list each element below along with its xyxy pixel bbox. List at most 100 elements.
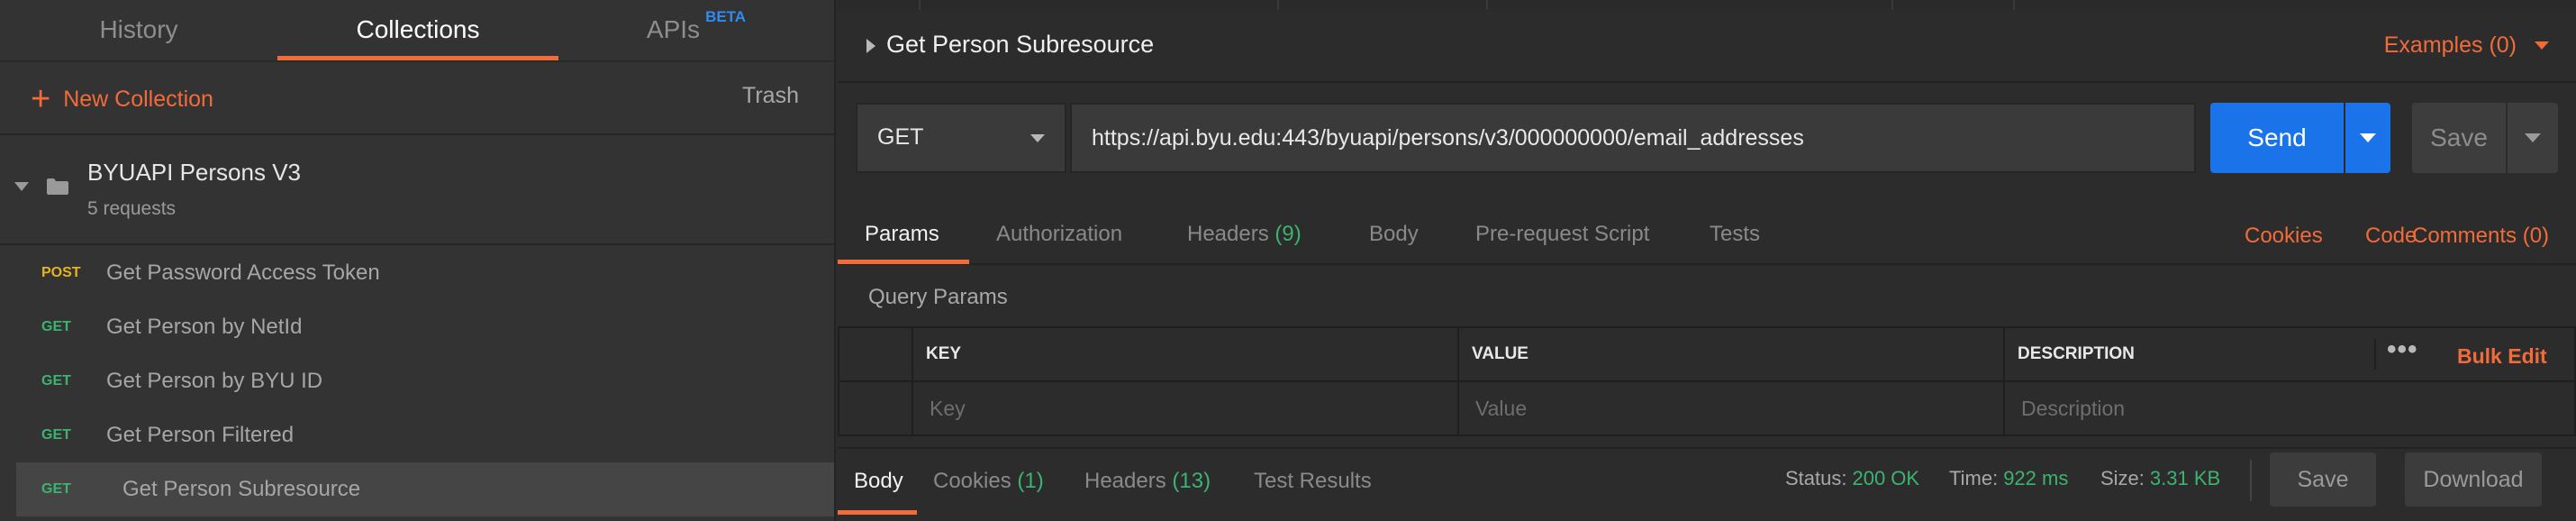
examples-dropdown[interactable]: Examples (0) (2384, 32, 2549, 59)
column-header-value: VALUE (1457, 326, 2005, 382)
tab-headers[interactable]: Headers (9) (1187, 222, 1302, 247)
beta-badge: BETA (705, 8, 747, 25)
collection-item[interactable]: BYUAPI Persons V3 5 requests (0, 135, 834, 243)
method-select[interactable]: GET (856, 103, 1066, 173)
column-header-description-label: DESCRIPTION (2018, 344, 2135, 363)
request-item[interactable]: GET Get Person by NetId (0, 300, 834, 354)
comments-link[interactable]: Comments (0) (2412, 224, 2549, 249)
request-item[interactable]: POST Get Password Access Token (0, 246, 834, 300)
request-item[interactable]: GET Get Person by BYU ID (0, 354, 834, 408)
cookies-link[interactable]: Cookies (2245, 224, 2323, 249)
open-tab[interactable] (2013, 0, 2069, 10)
tab-authorization[interactable]: Authorization (996, 222, 1122, 247)
request-item[interactable]: GET Get Person Filtered (0, 408, 834, 462)
send-button[interactable]: Send (2210, 103, 2344, 173)
more-options-icon[interactable]: ••• (2387, 336, 2418, 363)
open-tab[interactable] (1277, 0, 1423, 10)
save-response-button[interactable]: Save (2270, 452, 2376, 507)
request-title-bar: Get Person Subresource Examples (0) (838, 11, 2576, 83)
divider (2250, 460, 2252, 501)
method-value: GET (877, 124, 924, 150)
tab-history-label: History (99, 15, 178, 43)
description-input[interactable]: Description (2003, 380, 2576, 436)
chevron-down-icon (1030, 134, 1045, 142)
request-name: Get Password Access Token (106, 260, 380, 285)
value-input[interactable]: Value (1457, 380, 2005, 436)
plus-icon: + (31, 80, 51, 118)
tab-params[interactable]: Params (865, 222, 939, 247)
folder-icon (47, 178, 68, 195)
new-collection-button[interactable]: + New Collection (31, 81, 213, 117)
tab-response-cookies-label: Cookies (933, 469, 1011, 493)
trash-button[interactable]: Trash (742, 83, 799, 109)
key-input[interactable]: Key (912, 380, 1459, 436)
method-badge: GET (41, 373, 71, 388)
caret-right-icon[interactable] (866, 39, 875, 53)
request-tabs: Params Authorization Headers (9) Body Pr… (838, 206, 2576, 265)
save-button[interactable]: Save (2412, 103, 2506, 173)
tab-tests[interactable]: Tests (1710, 222, 1760, 247)
code-link[interactable]: Code (2365, 224, 2417, 249)
examples-label: Examples (0) (2383, 32, 2517, 58)
size-value: 3.31 KB (2149, 467, 2221, 489)
response-bar: Body Cookies (1) Headers (13) Test Resul… (838, 447, 2576, 521)
query-params-heading: Query Params (868, 285, 1008, 309)
chevron-down-icon (2535, 41, 2549, 50)
request-name: Get Person Subresource (122, 477, 361, 501)
request-title[interactable]: Get Person Subresource (886, 31, 1154, 59)
tab-apis[interactable]: APIs BETA (558, 0, 834, 59)
response-cookies-count: (1) (1017, 469, 1044, 493)
active-tab-indicator (838, 510, 917, 515)
request-name: Get Person Filtered (106, 423, 295, 447)
tab-response-body[interactable]: Body (854, 469, 903, 494)
tab-collections-label: Collections (356, 15, 480, 43)
url-input[interactable]: https://api.byu.edu:443/byuapi/persons/v… (1070, 103, 2196, 173)
tab-body[interactable]: Body (1369, 222, 1419, 247)
active-tab-indicator (838, 260, 969, 264)
divider (0, 60, 834, 62)
divider (2374, 339, 2376, 370)
send-options-chevron-icon[interactable] (2345, 103, 2390, 173)
method-badge: GET (41, 427, 71, 443)
size-label: Size: (2100, 467, 2145, 489)
method-badge: POST (41, 265, 81, 280)
open-tabs-strip (838, 0, 2576, 11)
divider (0, 243, 834, 245)
column-header-description: DESCRIPTION ••• Bulk Edit (2003, 326, 2576, 382)
tab-test-results[interactable]: Test Results (1254, 469, 1372, 494)
column-header-key: KEY (912, 326, 1459, 382)
headers-count: (9) (1274, 222, 1302, 246)
time-label: Time: (1949, 467, 1999, 489)
bulk-edit-link[interactable]: Bulk Edit (2457, 344, 2547, 369)
request-name: Get Person by BYU ID (106, 369, 323, 393)
tab-headers-label: Headers (1187, 222, 1269, 246)
response-headers-count: (13) (1172, 469, 1211, 493)
save-options-chevron-icon[interactable] (2508, 103, 2558, 173)
row-checkbox-header (838, 326, 913, 382)
chevron-down-icon[interactable] (14, 182, 29, 191)
collection-request-count: 5 requests (87, 198, 177, 219)
request-name: Get Person by NetId (106, 315, 303, 339)
request-item-selected[interactable]: GET Get Person Subresource (16, 462, 834, 516)
open-tab[interactable] (1891, 0, 2001, 10)
row-checkbox[interactable] (838, 380, 913, 436)
request-panel: Get Person Subresource Examples (0) GET … (838, 0, 2576, 521)
tab-history[interactable]: History (0, 0, 277, 59)
status-value: 200 OK (1852, 467, 1920, 489)
collection-name: BYUAPI Persons V3 (87, 159, 301, 186)
response-status: Status: 200 OK (1785, 467, 1919, 490)
open-tab[interactable] (1486, 0, 1650, 10)
open-tab[interactable] (919, 0, 1056, 10)
tab-response-headers-label: Headers (1084, 469, 1166, 493)
status-label: Status: (1785, 467, 1847, 489)
tab-prerequest-script[interactable]: Pre-request Script (1475, 222, 1649, 247)
tab-response-headers[interactable]: Headers (13) (1084, 469, 1211, 494)
tab-collections[interactable]: Collections (277, 0, 558, 59)
response-time: Time: 922 ms (1949, 467, 2068, 490)
tab-response-cookies[interactable]: Cookies (1) (933, 469, 1044, 494)
download-button[interactable]: Download (2405, 452, 2542, 507)
method-badge: GET (41, 319, 71, 334)
response-size: Size: 3.31 KB (2100, 467, 2220, 490)
method-badge: GET (41, 481, 71, 497)
params-table: KEY VALUE DESCRIPTION ••• Bulk Edit Key … (838, 326, 2576, 438)
